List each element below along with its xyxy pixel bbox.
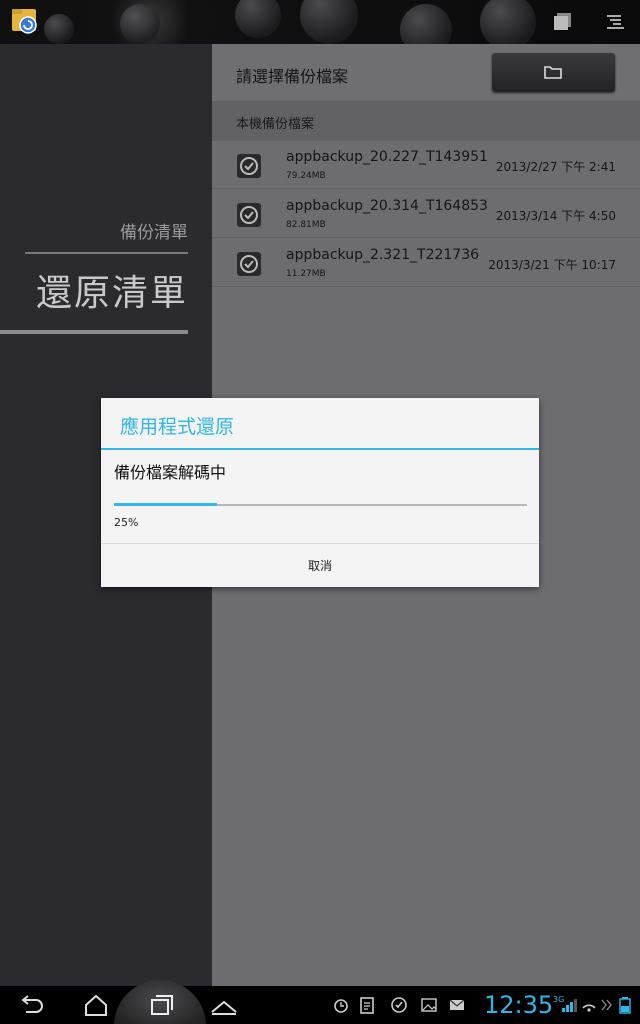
progress-bar: [114, 503, 527, 506]
choose-folder-button[interactable]: [492, 53, 615, 92]
file-size: 82.81MB: [286, 220, 326, 230]
file-size: 11.27MB: [286, 269, 326, 279]
wallpaper-bubble: [235, 0, 281, 38]
wallpaper-bubble: [44, 14, 74, 44]
progress-percent: 25%: [114, 516, 139, 529]
dialog-title: 應用程式還原: [120, 416, 235, 438]
signal-icon: [562, 999, 577, 1012]
folder-icon: [544, 66, 562, 79]
sidebar-item-restore-list[interactable]: 還原清單: [36, 264, 188, 316]
sidebar-item-backup-list[interactable]: 備份清單: [120, 218, 188, 243]
progress-fill: [114, 503, 218, 506]
wallpaper-bubble: [400, 4, 452, 44]
file-name: appbackup_20.314_T164853: [286, 198, 488, 214]
clipboard-icon: [360, 997, 374, 1014]
panel-header: 請選擇備份檔案: [212, 44, 640, 101]
file-name: appbackup_2.321_T221736: [286, 247, 480, 263]
restore-progress-dialog: 應用程式還原 備份檔案解碼中 25% 取消: [101, 398, 539, 587]
list-item[interactable]: appbackup_20.314_T164853 82.81MB 2013/3/…: [212, 190, 640, 238]
wallpaper-bubble: [480, 0, 536, 44]
wallpaper-bubble: [120, 4, 160, 44]
wallpaper-bubble: [300, 0, 358, 44]
divider: [101, 448, 539, 450]
cancel-button[interactable]: 取消: [101, 544, 539, 587]
multi-select-icon[interactable]: [551, 10, 577, 34]
selected-indicator: [0, 330, 188, 334]
list-item[interactable]: appbackup_20.227_T143951 79.24MB 2013/2/…: [212, 141, 640, 189]
image-icon: [421, 998, 437, 1012]
section-header: 本機備份檔案: [212, 101, 640, 141]
sort-menu-icon[interactable]: [604, 10, 630, 34]
divider: [25, 252, 188, 254]
page-title: 請選擇備份檔案: [236, 67, 349, 86]
file-date: 2013/3/21 下午 10:17: [488, 258, 616, 272]
app-backup-icon[interactable]: [10, 6, 40, 36]
backup-file-icon: [237, 154, 261, 178]
home-icon[interactable]: [80, 992, 112, 1018]
battery-icon: [619, 997, 631, 1014]
back-icon[interactable]: [16, 992, 48, 1018]
file-size: 79.24MB: [286, 171, 326, 181]
backup-file-icon: [237, 203, 261, 227]
backup-file-icon: [237, 252, 261, 276]
action-bar: [0, 0, 640, 44]
wifi-icon: [582, 1004, 596, 1012]
quick-menu-icon[interactable]: [208, 992, 240, 1018]
email-icon: [449, 999, 465, 1010]
system-bar: 12:35 3G: [0, 980, 640, 1024]
section-title: 本機備份檔案: [236, 117, 315, 132]
clock: 12:35: [484, 991, 554, 1019]
file-date: 2013/2/27 下午 2:41: [495, 160, 616, 174]
file-name: appbackup_20.227_T143951: [286, 149, 488, 165]
more-chevron-icon: [601, 999, 612, 1011]
dialog-message: 備份檔案解碼中: [114, 463, 227, 482]
file-date: 2013/3/14 下午 4:50: [495, 209, 616, 223]
list-item[interactable]: appbackup_2.321_T221736 11.27MB 2013/3/2…: [212, 239, 640, 287]
recent-apps-icon[interactable]: [144, 992, 176, 1018]
alarm-icon: [334, 999, 348, 1013]
backup-status-icon: [391, 997, 407, 1013]
